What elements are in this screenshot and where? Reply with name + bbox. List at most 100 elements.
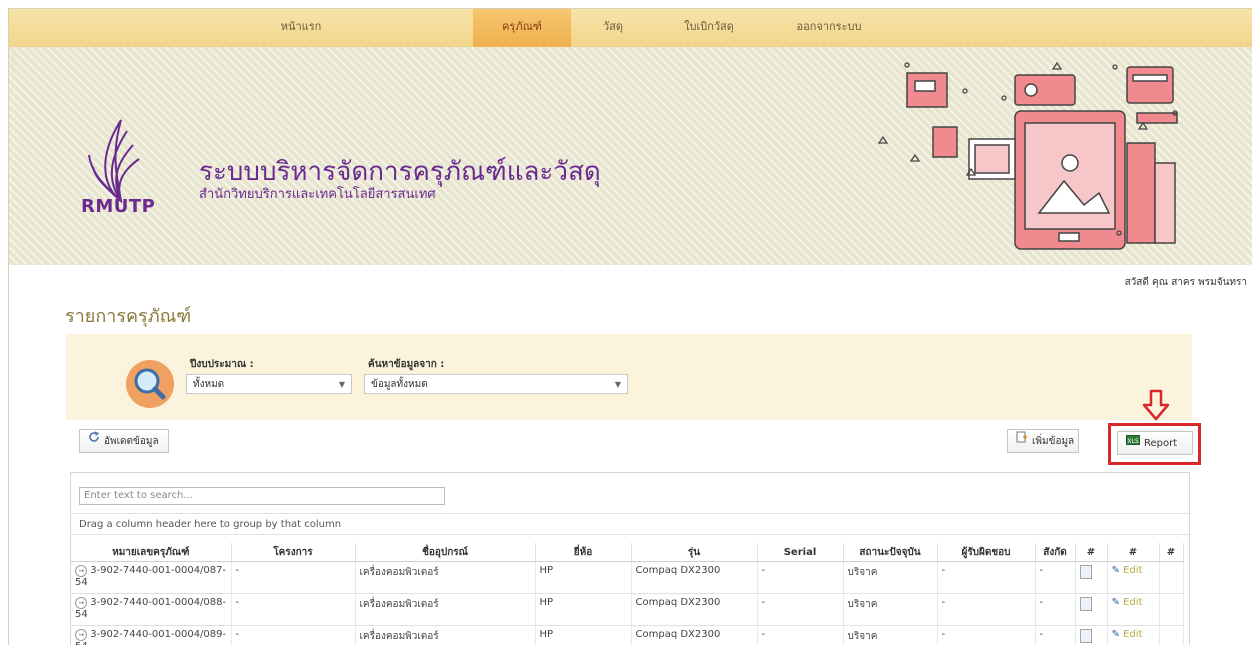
fiscal-year-label: ปีงบประมาณ :: [190, 357, 254, 372]
status-cell: บริจาค: [843, 562, 937, 594]
edit-link[interactable]: Edit: [1123, 629, 1142, 640]
table-row: → 3-902-7440-001-0004/087-54 - เครื่องคอ…: [71, 562, 1183, 594]
serial-cell: -: [757, 562, 843, 594]
magnifier-icon: [126, 360, 174, 408]
logo-text: RMUTP: [81, 196, 155, 217]
brand-cell: HP: [535, 626, 631, 645]
nav-item-logout[interactable]: ออกจากระบบ: [779, 9, 879, 47]
system-subtitle: สำนักวิทยบริการและเทคโนโลยีสารสนเทศ: [199, 183, 436, 204]
detail-cell: [1075, 562, 1107, 594]
serial-cell: -: [757, 626, 843, 645]
fiscal-year-value: ทั้งหมด: [193, 379, 224, 390]
document-icon[interactable]: [1080, 597, 1092, 611]
brand-cell: HP: [535, 594, 631, 626]
dept-cell: -: [1035, 562, 1075, 594]
status-cell: บริจาค: [843, 626, 937, 645]
search-from-value: ข้อมูลทั้งหมด: [371, 379, 428, 390]
column-header[interactable]: #: [1159, 543, 1183, 562]
device-cell: เครื่องคอมพิวเตอร์: [355, 594, 535, 626]
expand-circle-icon[interactable]: →: [75, 597, 87, 609]
nav-item-material-requisition[interactable]: ใบเบิกวัสดุ: [659, 9, 759, 47]
chevron-down-icon: ▼: [339, 375, 345, 395]
edit-cell: ✎ Edit: [1107, 626, 1159, 645]
edit-link[interactable]: Edit: [1123, 597, 1142, 608]
column-header[interactable]: Serial: [757, 543, 843, 562]
nav-item-materials[interactable]: วัสดุ: [583, 9, 643, 47]
project-cell: -: [231, 626, 355, 645]
owner-cell: -: [937, 594, 1035, 626]
table-row: → 3-902-7440-001-0004/089-54 - เครื่องคอ…: [71, 626, 1183, 645]
edit-cell: ✎ Edit: [1107, 594, 1159, 626]
edit-link[interactable]: Edit: [1123, 565, 1142, 576]
column-header[interactable]: สถานะปัจจุบัน: [843, 543, 937, 562]
document-icon[interactable]: [1080, 629, 1092, 643]
extra-cell: [1159, 594, 1183, 626]
search-from-label: ค้นหาข้อมูลจาก :: [368, 357, 444, 372]
top-navigation: หน้าแรก ครุภัณฑ์ วัสดุ ใบเบิกวัสดุ ออกจา…: [9, 9, 1252, 48]
office-illustration: [859, 53, 1189, 257]
app-frame: หน้าแรก ครุภัณฑ์ วัสดุ ใบเบิกวัสดุ ออกจา…: [8, 8, 1252, 645]
update-data-label: อัพเดตข้อมูล: [104, 436, 159, 447]
owner-cell: -: [937, 626, 1035, 645]
device-cell: เครื่องคอมพิวเตอร์: [355, 562, 535, 594]
fiscal-year-select[interactable]: ทั้งหมด ▼: [186, 374, 352, 394]
table-row: → 3-902-7440-001-0004/088-54 - เครื่องคอ…: [71, 594, 1183, 626]
add-data-label: เพิ่มข้อมูล: [1032, 436, 1074, 447]
equipment-table: หมายเลขครุภัณฑ์ โครงการ ชื่ออุปกรณ์ ยี่ห…: [71, 543, 1184, 645]
device-cell: เครื่องคอมพิวเตอร์: [355, 626, 535, 645]
column-header[interactable]: สังกัด: [1035, 543, 1075, 562]
report-highlight-box: [1108, 423, 1201, 465]
filter-panel: ปีงบประมาณ : ทั้งหมด ▼ ค้นหาข้อมูลจาก : …: [66, 334, 1192, 420]
asset-number-cell: → 3-902-7440-001-0004/089-54: [71, 626, 231, 645]
dept-cell: -: [1035, 626, 1075, 645]
detail-cell: [1075, 626, 1107, 645]
model-cell: Compaq DX2300: [631, 562, 757, 594]
column-header[interactable]: โครงการ: [231, 543, 355, 562]
add-data-button[interactable]: เพิ่มข้อมูล: [1007, 429, 1079, 453]
add-data-icon: [1016, 430, 1028, 452]
expand-circle-icon[interactable]: →: [75, 629, 87, 641]
pencil-icon: ✎: [1112, 597, 1120, 608]
model-cell: Compaq DX2300: [631, 594, 757, 626]
document-icon[interactable]: [1080, 565, 1092, 579]
project-cell: -: [231, 594, 355, 626]
pencil-icon: ✎: [1112, 565, 1120, 576]
serial-cell: -: [757, 594, 843, 626]
asset-number: 3-902-7440-001-0004/087-54: [75, 565, 226, 588]
extra-cell: [1159, 626, 1183, 645]
table-header-row: หมายเลขครุภัณฑ์ โครงการ ชื่ออุปกรณ์ ยี่ห…: [71, 543, 1183, 562]
update-data-button[interactable]: อัพเดตข้อมูล: [79, 429, 169, 453]
page-title: รายการครุภัณฑ์: [65, 301, 191, 330]
asset-number: 3-902-7440-001-0004/088-54: [75, 597, 226, 620]
edit-cell: ✎ Edit: [1107, 562, 1159, 594]
pencil-icon: ✎: [1112, 629, 1120, 640]
expand-circle-icon[interactable]: →: [75, 565, 87, 577]
column-header[interactable]: #: [1075, 543, 1107, 562]
chevron-down-icon: ▼: [615, 375, 621, 395]
column-header[interactable]: ชื่ออุปกรณ์: [355, 543, 535, 562]
user-greeting: สวัสดี คุณ สาคร พรมจันทรา: [1125, 275, 1247, 290]
rmutp-logo-icon: [81, 115, 161, 203]
down-arrow-icon: [1142, 389, 1170, 421]
column-header[interactable]: ผู้รับผิดชอบ: [937, 543, 1035, 562]
search-from-select[interactable]: ข้อมูลทั้งหมด ▼: [364, 374, 628, 394]
nav-item-equipment[interactable]: ครุภัณฑ์: [473, 9, 571, 47]
asset-number-cell: → 3-902-7440-001-0004/087-54: [71, 562, 231, 594]
owner-cell: -: [937, 562, 1035, 594]
asset-number: 3-902-7440-001-0004/089-54: [75, 629, 226, 645]
nav-item-home[interactable]: หน้าแรก: [260, 9, 342, 47]
brand-cell: HP: [535, 562, 631, 594]
dept-cell: -: [1035, 594, 1075, 626]
detail-cell: [1075, 594, 1107, 626]
status-cell: บริจาค: [843, 594, 937, 626]
column-header[interactable]: หมายเลขครุภัณฑ์: [71, 543, 231, 562]
group-by-panel[interactable]: Drag a column header here to group by th…: [71, 513, 1189, 535]
header-banner: RMUTP ระบบบริหารจัดการครุภัณฑ์และวัสดุ ส…: [9, 47, 1252, 265]
refresh-icon: [88, 430, 100, 452]
grid-search-input[interactable]: Enter text to search...: [79, 487, 445, 505]
column-header[interactable]: #: [1107, 543, 1159, 562]
equipment-grid: Enter text to search... Drag a column he…: [70, 472, 1190, 645]
project-cell: -: [231, 562, 355, 594]
column-header[interactable]: รุ่น: [631, 543, 757, 562]
column-header[interactable]: ยี่ห้อ: [535, 543, 631, 562]
